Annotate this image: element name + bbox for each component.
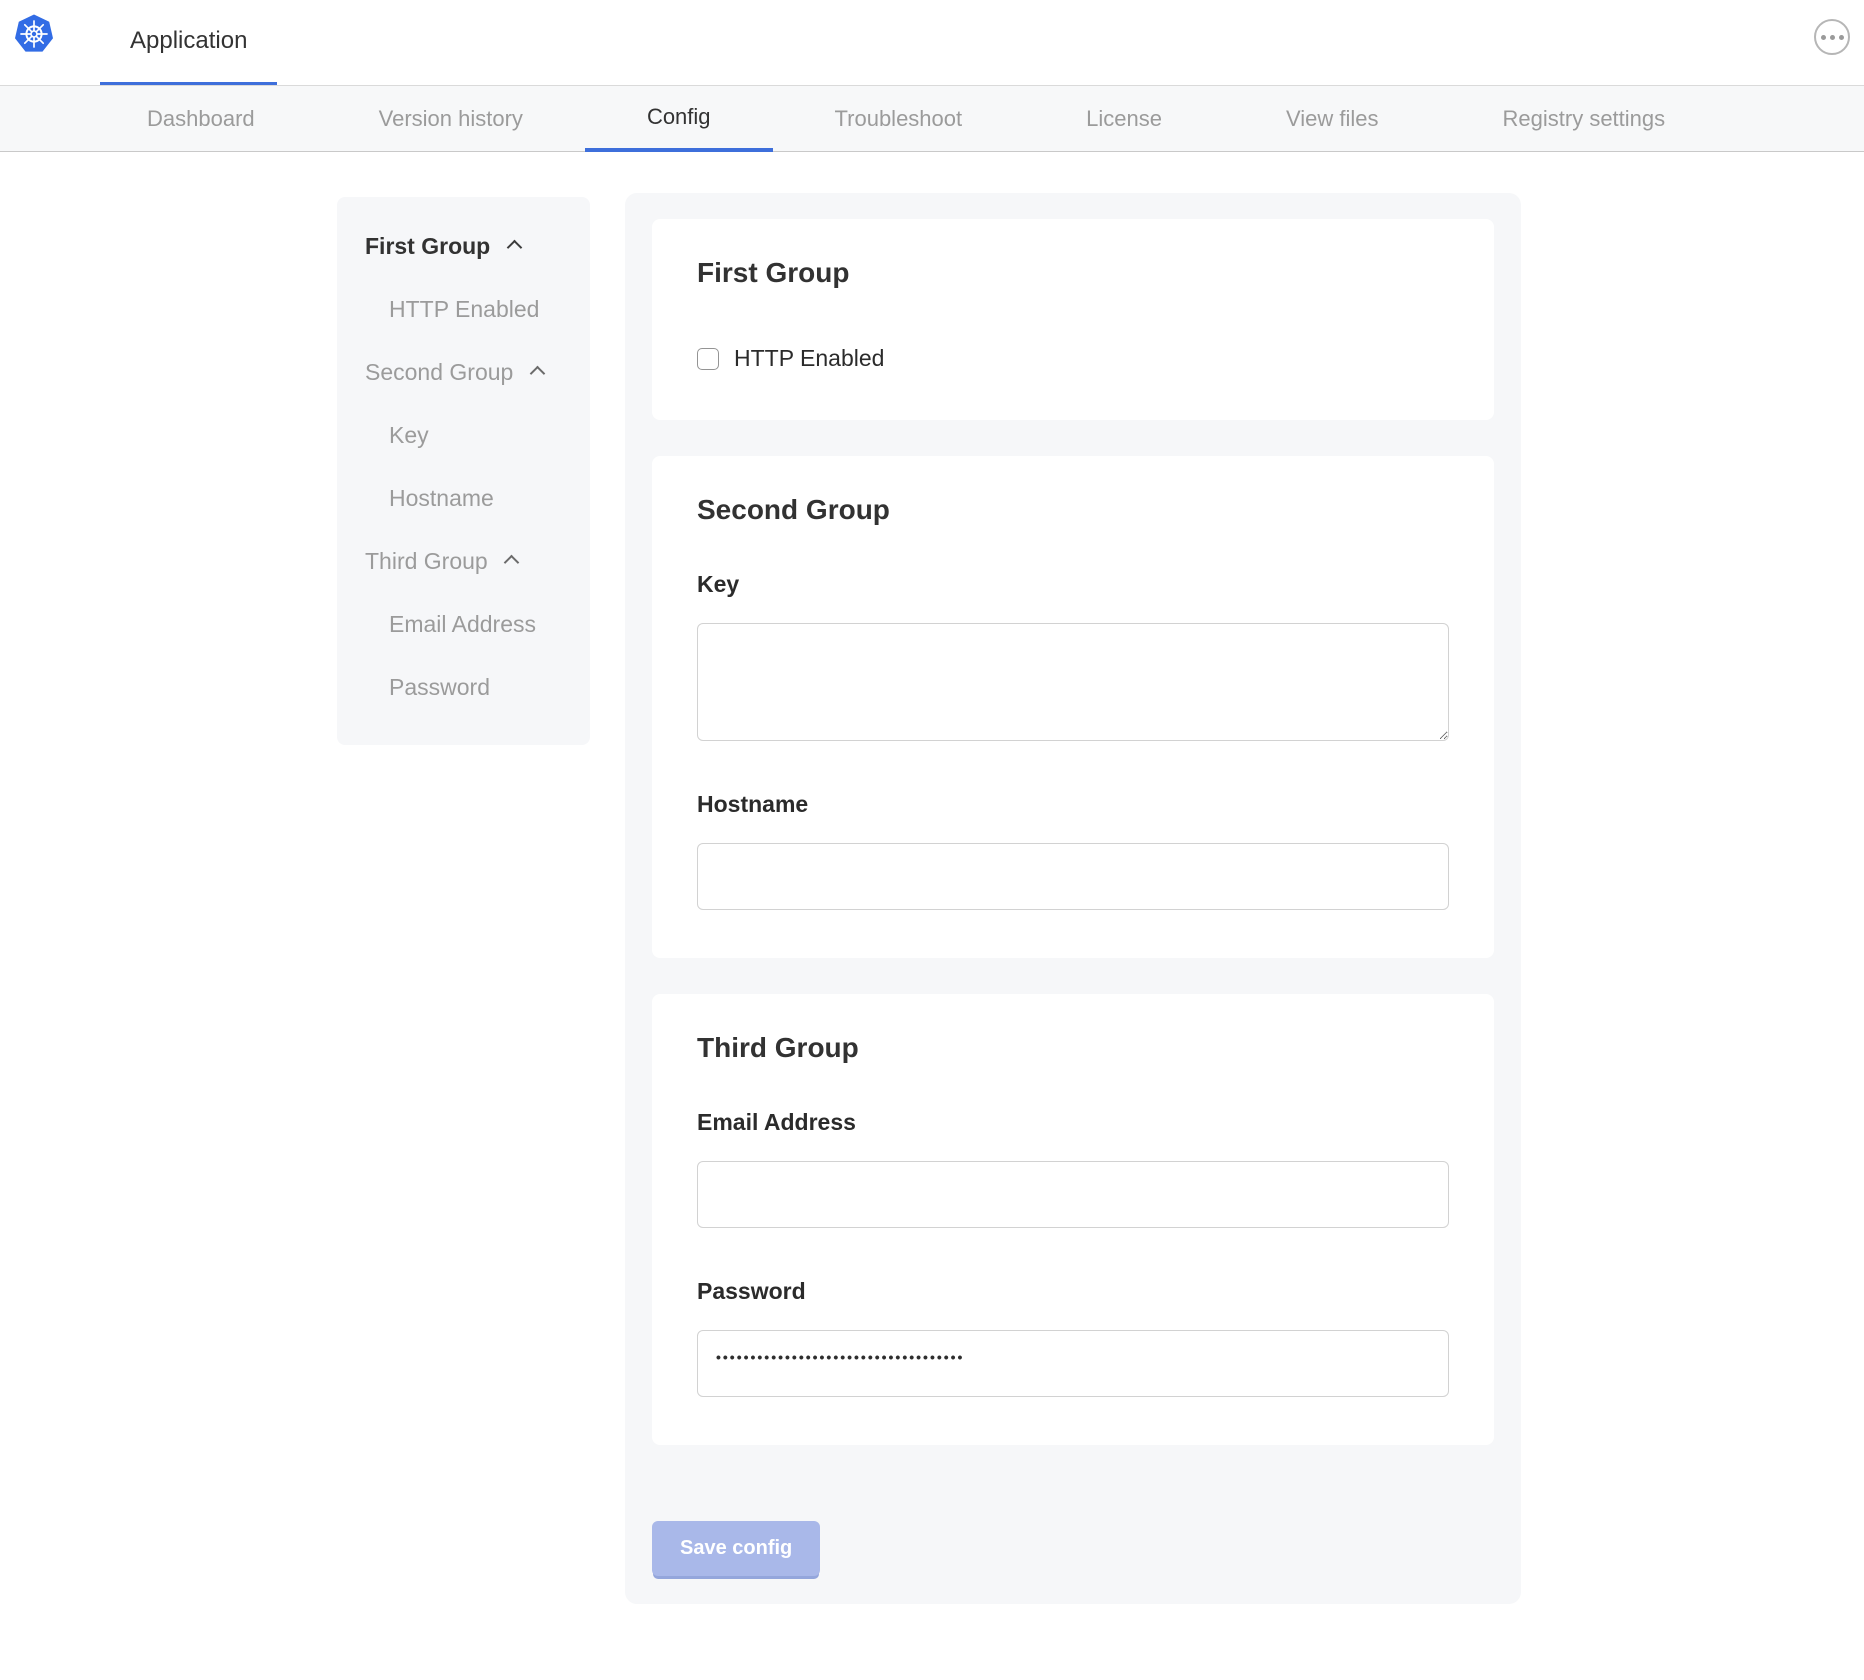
- key-textarea[interactable]: [697, 623, 1449, 741]
- ellipsis-dot: [1839, 35, 1844, 40]
- kubernetes-logo-icon: [14, 14, 54, 54]
- sidebar-item-first-group[interactable]: First Group: [365, 233, 580, 260]
- chevron-up-icon: [504, 555, 520, 571]
- sidebar-item-label: Second Group: [365, 359, 513, 385]
- sidebar-item-email-address[interactable]: Email Address: [365, 611, 580, 638]
- config-sidebar: First Group HTTP Enabled Second Group Ke…: [337, 197, 590, 745]
- chevron-up-icon: [506, 240, 522, 256]
- password-label: Password: [697, 1278, 1449, 1305]
- ellipsis-menu-button[interactable]: [1814, 19, 1850, 55]
- content-area: First Group HTTP Enabled Second Group Ke…: [0, 152, 1864, 1604]
- sidebar-item-label: First Group: [365, 233, 490, 259]
- tab-application[interactable]: Application: [100, 0, 277, 85]
- secondary-nav: Dashboard Version history Config Trouble…: [0, 85, 1864, 152]
- sidebar-item-label: Third Group: [365, 548, 488, 574]
- sidebar-item-http-enabled[interactable]: HTTP Enabled: [365, 296, 580, 323]
- key-label: Key: [697, 571, 1449, 598]
- ellipsis-dot: [1830, 35, 1835, 40]
- config-group-second: Second Group Key Hostname: [652, 456, 1494, 958]
- sidebar-item-hostname[interactable]: Hostname: [365, 485, 580, 512]
- tab-registry-settings[interactable]: Registry settings: [1441, 86, 1728, 151]
- hostname-input[interactable]: [697, 843, 1449, 910]
- sidebar-item-third-group[interactable]: Third Group: [365, 548, 580, 575]
- config-group-third: Third Group Email Address Password: [652, 994, 1494, 1445]
- tab-view-files[interactable]: View files: [1224, 86, 1441, 151]
- app-tab-label: Application: [130, 27, 247, 55]
- group-title: Third Group: [697, 1032, 1449, 1064]
- group-title: Second Group: [697, 494, 1449, 526]
- email-address-input[interactable]: [697, 1161, 1449, 1228]
- topbar: Application: [0, 0, 1864, 85]
- config-panel: First Group HTTP Enabled Second Group Ke…: [625, 193, 1521, 1604]
- tab-dashboard[interactable]: Dashboard: [85, 86, 317, 151]
- group-title: First Group: [697, 257, 1449, 289]
- config-group-first: First Group HTTP Enabled: [652, 219, 1494, 420]
- sidebar-item-password[interactable]: Password: [365, 674, 580, 701]
- ellipsis-dot: [1821, 35, 1826, 40]
- chevron-up-icon: [529, 366, 545, 382]
- http-enabled-label[interactable]: HTTP Enabled: [734, 345, 884, 372]
- hostname-label: Hostname: [697, 791, 1449, 818]
- tab-config[interactable]: Config: [585, 86, 773, 152]
- password-input[interactable]: [697, 1330, 1449, 1397]
- tab-license[interactable]: License: [1024, 86, 1224, 151]
- save-config-button[interactable]: Save config: [652, 1521, 820, 1576]
- sidebar-item-key[interactable]: Key: [365, 422, 580, 449]
- http-enabled-field: HTTP Enabled: [697, 345, 1449, 372]
- tab-version-history[interactable]: Version history: [317, 86, 585, 151]
- http-enabled-checkbox[interactable]: [697, 348, 719, 370]
- sidebar-item-second-group[interactable]: Second Group: [365, 359, 580, 386]
- email-address-label: Email Address: [697, 1109, 1449, 1136]
- tab-troubleshoot[interactable]: Troubleshoot: [773, 86, 1025, 151]
